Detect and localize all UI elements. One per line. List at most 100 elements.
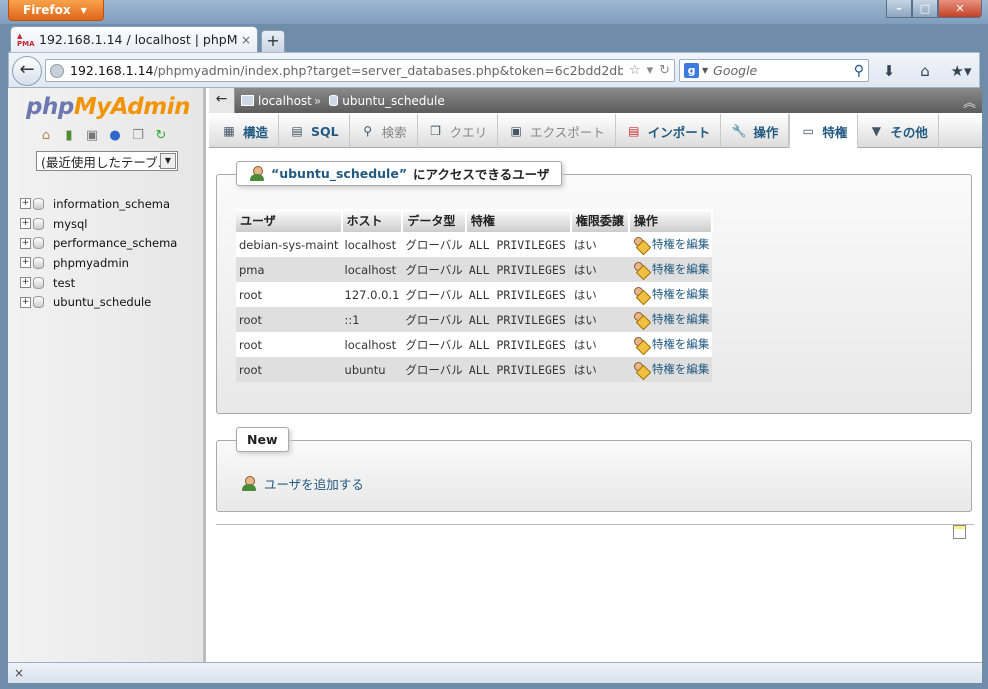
database-icon	[33, 237, 44, 250]
download-icon[interactable]: ⬇	[871, 59, 907, 82]
tab-structure[interactable]: ▦ 構造	[211, 114, 280, 148]
docs-icon[interactable]: ●	[107, 128, 123, 144]
edit-privileges-icon	[632, 361, 648, 376]
logout-icon[interactable]: ▮	[61, 128, 77, 144]
cell-privileges: ALL PRIVILEGES	[465, 357, 571, 382]
add-user-icon	[241, 475, 257, 492]
google-icon[interactable]: g	[684, 63, 699, 78]
table-row: root localhost グローバル ALL PRIVILEGES はい 特…	[236, 332, 713, 357]
cell-user: root	[236, 282, 342, 307]
triangle-down-icon: ▼	[871, 124, 881, 138]
cell-action: 特権を編集	[628, 357, 713, 382]
legend-suffix: にアクセスできるユーザ	[413, 167, 550, 182]
tree-item[interactable]: + performance_schema	[20, 233, 177, 253]
recent-tables-select[interactable]: (最近使用したテーブル) ▼	[36, 151, 178, 171]
collapse-icon[interactable]: ︽	[963, 92, 976, 111]
add-user-link[interactable]: ユーザを追加する	[241, 474, 364, 493]
db-name[interactable]: performance_schema	[53, 236, 177, 250]
edit-privileges-icon	[632, 311, 648, 326]
tab-import[interactable]: ▤ インポート	[616, 114, 722, 148]
cell-grant: はい	[570, 282, 629, 307]
bookmarks-menu-icon[interactable]: ★▾	[943, 59, 979, 82]
pma-favicon-icon: ▲ PMA	[17, 31, 35, 48]
tab-sql[interactable]: ▤ SQL	[279, 114, 350, 148]
history-dropdown-icon[interactable]: ▾	[647, 63, 654, 78]
reload-icon[interactable]: ↻	[659, 63, 670, 78]
new-legend: New	[236, 427, 289, 452]
tab-operations[interactable]: 🔧 操作	[721, 114, 790, 148]
table-row: root ubuntu グローバル ALL PRIVILEGES はい 特権を編…	[236, 357, 713, 382]
edit-privileges-link[interactable]: 特権を編集	[632, 311, 709, 327]
expand-icon[interactable]: +	[20, 218, 31, 230]
legend-db-name: “ubuntu_schedule”	[271, 166, 408, 181]
copy-icon[interactable]: ❐	[130, 128, 146, 144]
tab-title: 192.168.1.14 / localhost | phpMyA...	[39, 32, 237, 47]
search-engine-dropdown-icon[interactable]: ▼	[702, 66, 708, 75]
tree-item[interactable]: + mysql	[20, 214, 177, 234]
edit-privileges-link[interactable]: 特権を編集	[632, 236, 709, 252]
cell-host: ::1	[341, 307, 403, 332]
tree-item[interactable]: + information_schema	[20, 194, 177, 214]
table-row: debian-sys-maint localhost グローバル ALL PRI…	[236, 232, 713, 257]
expand-icon[interactable]: +	[20, 277, 31, 289]
home-icon[interactable]: ⌂	[38, 128, 54, 144]
expand-icon[interactable]: +	[20, 257, 31, 269]
phpmyadmin-logo[interactable]: phpMyAdmin	[26, 94, 190, 120]
tree-item[interactable]: + phpmyadmin	[20, 253, 177, 273]
tab-search[interactable]: ⚲ 検索	[350, 114, 418, 148]
db-name[interactable]: information_schema	[53, 197, 170, 211]
cell-action: 特権を編集	[628, 332, 713, 357]
query-window-icon[interactable]: ▣	[84, 128, 100, 144]
search-bar[interactable]: g ▼ Google ⚲	[679, 59, 869, 82]
home-icon[interactable]: ⌂	[907, 59, 943, 82]
browser-tab[interactable]: ▲PMA 192.168.1.14 / localhost | phpMyA..…	[10, 26, 258, 52]
tab-export[interactable]: ▣ エクスポート	[498, 114, 616, 148]
database-icon	[33, 217, 44, 230]
chevron-down-icon: ▼	[80, 5, 87, 15]
edit-privileges-link[interactable]: 特権を編集	[632, 336, 709, 352]
edit-privileges-link[interactable]: 特権を編集	[632, 261, 709, 277]
column-header-privileges: 特権	[465, 209, 572, 232]
edit-privileges-link[interactable]: 特権を編集	[632, 286, 709, 302]
expand-icon[interactable]: +	[20, 237, 31, 249]
close-window-icon[interactable]: ✕	[938, 0, 982, 18]
server-icon	[241, 95, 254, 106]
db-name[interactable]: phpmyadmin	[53, 256, 129, 270]
reload-nav-icon[interactable]: ↻	[153, 128, 169, 144]
column-header-grant: 権限委譲	[570, 209, 630, 232]
back-arrow-icon[interactable]: ←	[12, 56, 42, 86]
breadcrumb-database[interactable]: ubuntu_schedule	[329, 94, 445, 108]
new-tab-button[interactable]: +	[261, 30, 285, 52]
tab-privileges[interactable]: ▭ 特権	[789, 114, 859, 148]
recent-tables-value: (最近使用したテーブル)	[41, 154, 160, 170]
table-row: root 127.0.0.1 グローバル ALL PRIVILEGES はい 特…	[236, 282, 713, 307]
magnifier-icon[interactable]: ⚲	[854, 63, 864, 79]
db-name[interactable]: test	[53, 276, 75, 290]
tab-more[interactable]: ▼ その他	[858, 114, 939, 148]
import-icon: ▤	[628, 124, 640, 138]
export-icon: ▣	[510, 124, 522, 138]
cell-user: pma	[236, 257, 342, 282]
console-toggle-icon[interactable]	[953, 525, 966, 539]
expand-icon[interactable]: +	[20, 198, 31, 210]
url-bar[interactable]: 192.168.1.14 /phpmyadmin/index.php?targe…	[45, 59, 675, 82]
breadcrumb-server[interactable]: localhost	[241, 94, 312, 108]
back-arrow-icon[interactable]: ←	[209, 88, 235, 113]
database-tabs: ▦ 構造 ▤ SQL ⚲ 検索 ❒ クエリ ▣ エクスポート ▤ インポート 🔧 操作 ▭ 特権…	[209, 114, 982, 148]
close-addon-bar-icon[interactable]: ×	[14, 666, 24, 680]
tab-close-icon[interactable]: ×	[241, 33, 251, 47]
tree-item[interactable]: + ubuntu_schedule	[20, 292, 177, 312]
tree-item[interactable]: + test	[20, 273, 177, 293]
firefox-menu-button[interactable]: Firefox ▼	[8, 0, 104, 21]
cell-type: グローバル	[402, 232, 466, 257]
edit-privileges-link[interactable]: 特権を編集	[632, 361, 709, 377]
minimize-icon[interactable]: –	[886, 0, 912, 18]
chevron-down-icon[interactable]: ▼	[160, 153, 176, 169]
column-header-action: 操作	[628, 209, 714, 232]
db-name[interactable]: ubuntu_schedule	[53, 295, 151, 309]
tab-query[interactable]: ❒ クエリ	[418, 114, 499, 148]
db-name[interactable]: mysql	[53, 217, 88, 231]
maximize-icon[interactable]: □	[912, 0, 938, 18]
bookmark-star-icon[interactable]: ☆	[629, 63, 641, 78]
expand-icon[interactable]: +	[20, 296, 31, 308]
